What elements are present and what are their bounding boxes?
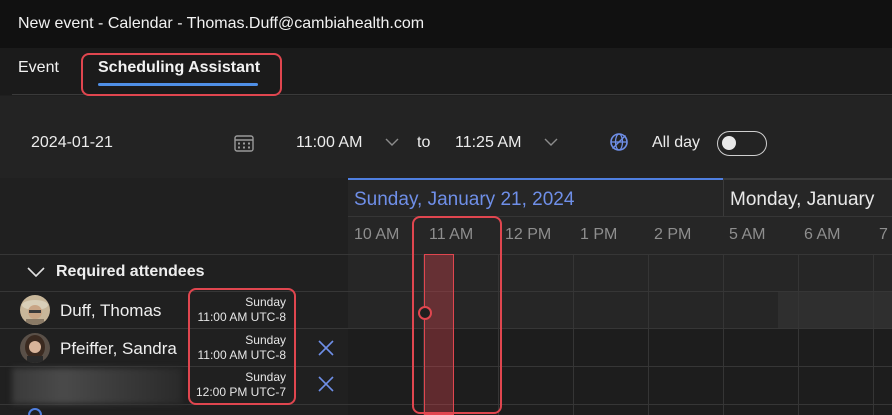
title-bar: New event - Calendar - Thomas.Duff@cambi…	[0, 0, 892, 48]
hour-label: 6 AM	[804, 226, 841, 243]
allday-toggle[interactable]	[717, 131, 767, 156]
hour-label: 7	[879, 226, 888, 243]
collapse-chevron-icon[interactable]	[27, 267, 45, 277]
hour-label: 10 AM	[354, 226, 400, 243]
start-time-field[interactable]: 11:00 AM	[296, 134, 362, 152]
required-attendees-label[interactable]: Required attendees	[56, 263, 204, 281]
highlight-box-11am-column	[412, 216, 502, 414]
chevron-down-icon[interactable]	[544, 138, 558, 147]
date-field[interactable]: 2024-01-21	[31, 134, 113, 152]
tab-event[interactable]: Event	[18, 59, 59, 77]
grid-column-line	[648, 254, 649, 415]
attendee-name: Pfeiffer, Sandra	[60, 339, 177, 358]
to-label: to	[417, 134, 431, 151]
remove-attendee-close-icon[interactable]	[317, 375, 335, 393]
chevron-down-icon[interactable]	[385, 138, 399, 147]
hour-label: 1 PM	[580, 226, 618, 243]
hour-label: 12 PM	[505, 226, 552, 243]
busy-block	[778, 292, 892, 329]
grid-column-line	[798, 254, 799, 415]
calendar-icon[interactable]	[234, 134, 254, 152]
day-header-monday: Monday, January	[723, 178, 892, 216]
avatar-image-thomas	[20, 295, 50, 325]
grid-column-line	[573, 254, 574, 415]
hour-label: 2 PM	[654, 226, 692, 243]
end-time-field[interactable]: 11:25 AM	[455, 134, 521, 152]
timezone-globe-icon[interactable]	[609, 132, 629, 152]
hour-label: 5 AM	[729, 226, 766, 243]
grid-column-line	[873, 254, 874, 415]
window-title: New event - Calendar - Thomas.Duff@cambi…	[18, 15, 425, 32]
toggle-knob	[722, 136, 736, 150]
add-attendee-icon[interactable]	[28, 408, 42, 415]
avatar	[20, 295, 50, 325]
blurred-attendee-name	[12, 368, 182, 404]
attendee-name: Duff, Thomas	[60, 301, 162, 320]
avatar-image-sandra	[20, 333, 50, 363]
remove-attendee-close-icon[interactable]	[317, 339, 335, 357]
highlight-box-timezones	[188, 288, 296, 405]
highlight-box-tab	[81, 53, 282, 96]
day-header-sunday: Sunday, January 21, 2024	[348, 178, 723, 216]
allday-label: All day	[652, 134, 701, 151]
grid-column-line	[723, 254, 724, 415]
avatar	[20, 333, 50, 363]
